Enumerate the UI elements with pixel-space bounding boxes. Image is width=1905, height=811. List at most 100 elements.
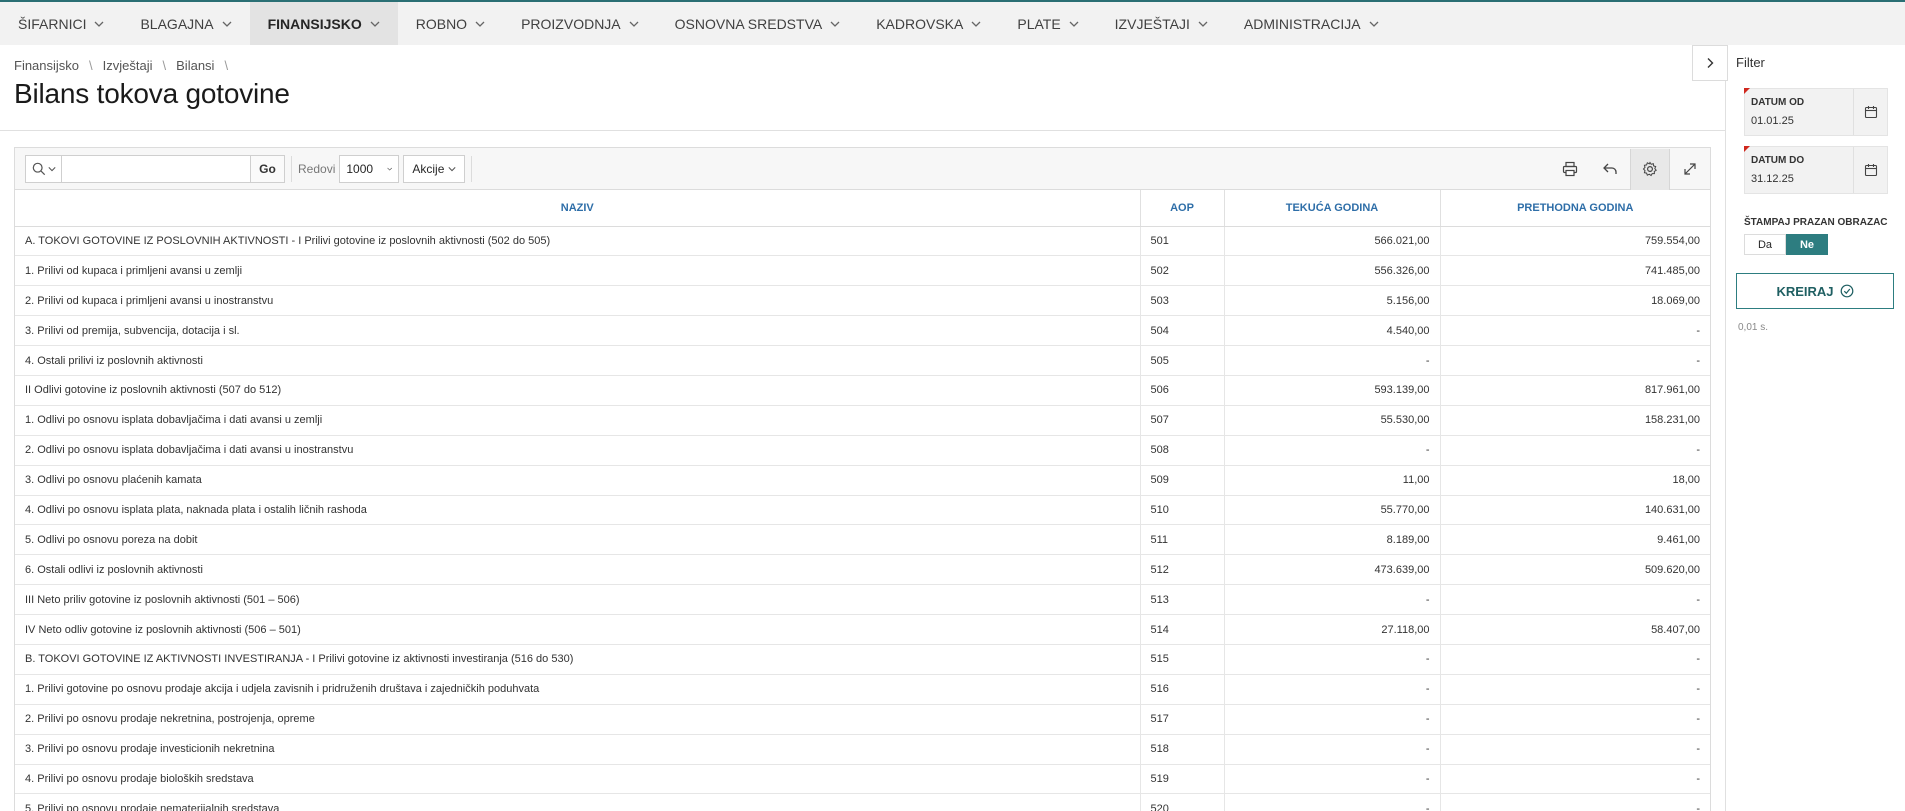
- table-row: B. TOKOVI GOTOVINE IZ AKTIVNOSTI INVESTI…: [15, 644, 1710, 675]
- table-row: 5. Prilivi po osnovu prodaje nematerijal…: [15, 793, 1710, 811]
- chevron-right-icon: [1707, 58, 1714, 68]
- nav-item[interactable]: ADMINISTRACIJA: [1226, 2, 1397, 45]
- table-row: 3. Prilivi od premija, subvencija, dotac…: [15, 315, 1710, 347]
- cell-aop: 520: [1140, 793, 1225, 811]
- chevron-down-icon: [475, 19, 485, 29]
- column-header-prethodna-godina[interactable]: PRETHODNA GODINA: [1440, 190, 1710, 227]
- title-divider: [0, 130, 1725, 131]
- option-ne[interactable]: Ne: [1786, 234, 1828, 255]
- timing-info: 0,01 s.: [1738, 322, 1769, 333]
- breadcrumb-separator: \: [162, 58, 167, 73]
- cell-aop: 518: [1140, 734, 1225, 765]
- nav-item[interactable]: OSNOVNA SREDSTVA: [657, 2, 859, 45]
- nav-item[interactable]: IZVJEŠTAJI: [1097, 2, 1226, 45]
- print-button[interactable]: [1550, 149, 1590, 190]
- cell-naziv: 5. Prilivi po osnovu prodaje nematerijal…: [15, 793, 1141, 811]
- chevron-down-icon: [387, 167, 393, 171]
- cell-prethodna-godina: -: [1440, 584, 1710, 616]
- chevron-down-icon: [1198, 19, 1208, 29]
- cell-naziv: 4. Ostali prilivi iz poslovnih aktivnost…: [15, 345, 1141, 376]
- reset-button[interactable]: [1590, 149, 1630, 190]
- cell-aop: 513: [1140, 584, 1225, 616]
- chevron-down-icon: [830, 19, 840, 29]
- nav-item-label: PROIZVODNJA: [521, 15, 621, 32]
- nav-item-label: ŠIFARNICI: [18, 15, 87, 32]
- cell-prethodna-godina: 18.069,00: [1440, 285, 1710, 317]
- table-row: 1. Prilivi gotovine po osnovu prodaje ak…: [15, 674, 1710, 705]
- cell-tekuca-godina: 55.770,00: [1224, 495, 1441, 526]
- breadcrumb-item-finansijsko[interactable]: Finansijsko: [14, 58, 79, 73]
- toolbar-divider: [471, 155, 473, 182]
- datum-od-value[interactable]: 01.01.25: [1751, 115, 1794, 127]
- nav-item-label: KADROVSKA: [876, 15, 964, 32]
- nav-item[interactable]: PROIZVODNJA: [503, 2, 657, 45]
- cell-prethodna-godina: 759.554,00: [1440, 226, 1710, 257]
- nav-item[interactable]: PLATE: [999, 2, 1096, 45]
- search-column-selector[interactable]: [26, 155, 62, 182]
- datum-od-field[interactable]: DATUM OD 01.01.25: [1744, 88, 1888, 136]
- required-indicator: [1744, 88, 1750, 94]
- cell-prethodna-godina: -: [1440, 734, 1710, 765]
- column-header-aop[interactable]: AOP: [1140, 190, 1225, 227]
- cell-prethodna-godina: 817.961,00: [1440, 375, 1710, 406]
- cell-tekuca-godina: -: [1224, 435, 1441, 466]
- datum-do-calendar-button[interactable]: [1853, 147, 1887, 193]
- datum-do-field[interactable]: DATUM DO 31.12.25: [1744, 146, 1888, 194]
- breadcrumb: Finansijsko \ Izvještaji \ Bilansi \: [14, 58, 232, 73]
- nav-item[interactable]: ROBNO: [398, 2, 503, 45]
- cell-naziv: 3. Prilivi po osnovu prodaje investicion…: [15, 734, 1141, 765]
- breadcrumb-item-bilansi[interactable]: Bilansi: [176, 58, 214, 73]
- nav-item[interactable]: FINANSIJSKO: [249, 2, 398, 45]
- nav-item[interactable]: BLAGAJNA: [122, 2, 249, 45]
- collapse-panel-button[interactable]: [1692, 45, 1728, 81]
- option-da[interactable]: Da: [1744, 234, 1786, 255]
- toolbar-divider: [291, 155, 292, 182]
- top-navigation: ŠIFARNICI BLAGAJNA FINANSIJSKO ROBNO PROIZVO…: [0, 0, 1905, 45]
- cell-naziv: II Odlivi gotovine iz poslovnih aktivnos…: [15, 375, 1141, 406]
- column-header-naziv[interactable]: NAZIV: [15, 190, 1141, 227]
- nav-item-label: FINANSIJSKO: [267, 15, 362, 32]
- filter-panel: Filter DATUM OD 01.01.25 DATUM DO 31.12.…: [1692, 45, 1905, 811]
- cell-prethodna-godina: 509.620,00: [1440, 554, 1710, 586]
- nav-item[interactable]: ŠIFARNICI: [0, 2, 122, 45]
- cell-naziv: 1. Prilivi od kupaca i primljeni avansi …: [15, 255, 1141, 287]
- rows-select[interactable]: 1000: [339, 154, 400, 183]
- cell-aop: 508: [1140, 435, 1225, 466]
- datum-do-value[interactable]: 31.12.25: [1751, 173, 1794, 185]
- chevron-down-icon: [448, 166, 456, 171]
- go-button[interactable]: Go: [250, 155, 284, 182]
- cell-aop: 516: [1140, 674, 1225, 705]
- kreiraj-label: KREIRAJ: [1776, 283, 1834, 299]
- table-header-row: NAZIV AOP TEKUĆA GODINA PRETHODNA GODINA: [15, 190, 1710, 227]
- cell-tekuca-godina: 4.540,00: [1224, 315, 1441, 347]
- table-row: 1. Odlivi po osnovu isplata dobavljačima…: [15, 405, 1710, 436]
- cell-aop: 509: [1140, 465, 1225, 496]
- cell-aop: 515: [1140, 644, 1225, 675]
- datum-od-calendar-button[interactable]: [1853, 89, 1887, 135]
- nav-item-label: IZVJEŠTAJI: [1114, 15, 1190, 32]
- cell-naziv: 1. Prilivi gotovine po osnovu prodaje ak…: [15, 674, 1141, 705]
- cell-prethodna-godina: 9.461,00: [1440, 524, 1710, 556]
- chevron-down-icon: [629, 19, 639, 29]
- column-header-tekuca-godina[interactable]: TEKUĆA GODINA: [1224, 190, 1441, 227]
- nav-item[interactable]: KADROVSKA: [858, 2, 999, 45]
- calendar-icon: [1864, 106, 1877, 119]
- cell-prethodna-godina: -: [1440, 345, 1710, 376]
- cell-naziv: IV Neto odliv gotovine iz poslovnih akti…: [15, 614, 1141, 645]
- cell-naziv: 1. Odlivi po osnovu isplata dobavljačima…: [15, 405, 1141, 436]
- cell-tekuca-godina: -: [1224, 345, 1441, 376]
- cell-naziv: 2. Prilivi od kupaca i primljeni avansi …: [15, 285, 1141, 317]
- search-bar: Go: [25, 154, 285, 183]
- table-row: 5. Odlivi po osnovu poreza na dobit 511 8.…: [15, 524, 1710, 556]
- actions-menu-button[interactable]: Akcije: [403, 154, 466, 183]
- cell-naziv: B. TOKOVI GOTOVINE IZ AKTIVNOSTI INVESTI…: [15, 644, 1141, 675]
- breadcrumb-item-izvjestaji[interactable]: Izvještaji: [103, 58, 153, 73]
- kreiraj-button[interactable]: KREIRAJ: [1736, 273, 1894, 309]
- settings-button[interactable]: [1630, 148, 1670, 190]
- search-input[interactable]: [62, 155, 250, 182]
- table-row: 2. Prilivi od kupaca i primljeni avansi …: [15, 285, 1710, 317]
- fullscreen-button[interactable]: [1670, 149, 1710, 190]
- calendar-icon: [1864, 164, 1877, 177]
- cell-aop: 507: [1140, 405, 1225, 436]
- empty-form-label: ŠTAMPAJ PRAZAN OBRAZAC: [1744, 217, 1888, 228]
